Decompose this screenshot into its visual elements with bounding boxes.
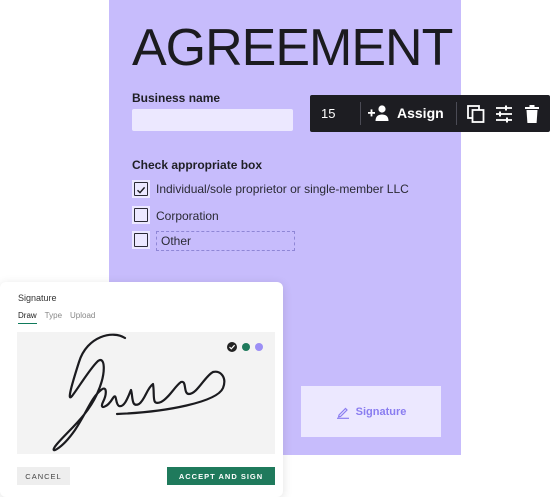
checkbox-box: [134, 208, 148, 222]
check-box-label: Check appropriate box: [132, 158, 263, 172]
checkbox-box: [134, 182, 148, 196]
tab-upload[interactable]: Upload: [70, 311, 95, 324]
font-size-value[interactable]: 15: [321, 106, 335, 121]
document-title: AGREEMENT: [132, 19, 453, 77]
settings-sliders-icon[interactable]: [493, 103, 515, 125]
toolbar-divider: [360, 102, 361, 125]
signature-field[interactable]: Signature: [301, 386, 441, 437]
tab-type[interactable]: Type: [45, 311, 62, 324]
signature-field-label: Signature: [355, 405, 407, 418]
tab-draw[interactable]: Draw: [18, 311, 37, 324]
checkbox-box: [134, 233, 148, 247]
pen-icon: [336, 407, 349, 419]
accept-and-sign-button[interactable]: ACCEPT AND SIGN: [167, 467, 275, 485]
checkbox-other[interactable]: [132, 231, 150, 249]
trash-icon[interactable]: [521, 103, 543, 125]
color-purple[interactable]: [255, 343, 263, 351]
option-corporation-label: Corporation: [156, 209, 219, 223]
cancel-button[interactable]: CANCEL: [17, 467, 70, 485]
business-name-field[interactable]: [132, 109, 293, 131]
field-toolbar: 15 Assign: [310, 95, 550, 132]
color-picker: [227, 342, 263, 352]
signature-panel-title: Signature: [18, 293, 57, 303]
toolbar-divider: [456, 102, 457, 125]
option-other-label: Other: [161, 234, 192, 248]
check-icon: [229, 344, 236, 350]
color-green[interactable]: [242, 343, 250, 351]
copy-icon[interactable]: [465, 103, 487, 125]
checkmark-icon: [137, 186, 146, 194]
assign-label: Assign: [397, 105, 444, 121]
option-individual-label: Individual/sole proprietor or single-mem…: [156, 182, 409, 196]
checkbox-corporation[interactable]: [132, 206, 150, 224]
assign-button[interactable]: Assign: [367, 101, 444, 125]
business-name-label: Business name: [132, 91, 221, 105]
signature-tabs: Draw Type Upload: [18, 311, 95, 324]
signature-panel: Signature Draw Type Upload CANCEL ACCEPT…: [0, 282, 283, 497]
add-person-icon: [368, 105, 389, 121]
signature-draw-area[interactable]: [17, 332, 275, 454]
checkbox-individual[interactable]: [132, 180, 150, 198]
color-black-selected[interactable]: [227, 342, 237, 352]
